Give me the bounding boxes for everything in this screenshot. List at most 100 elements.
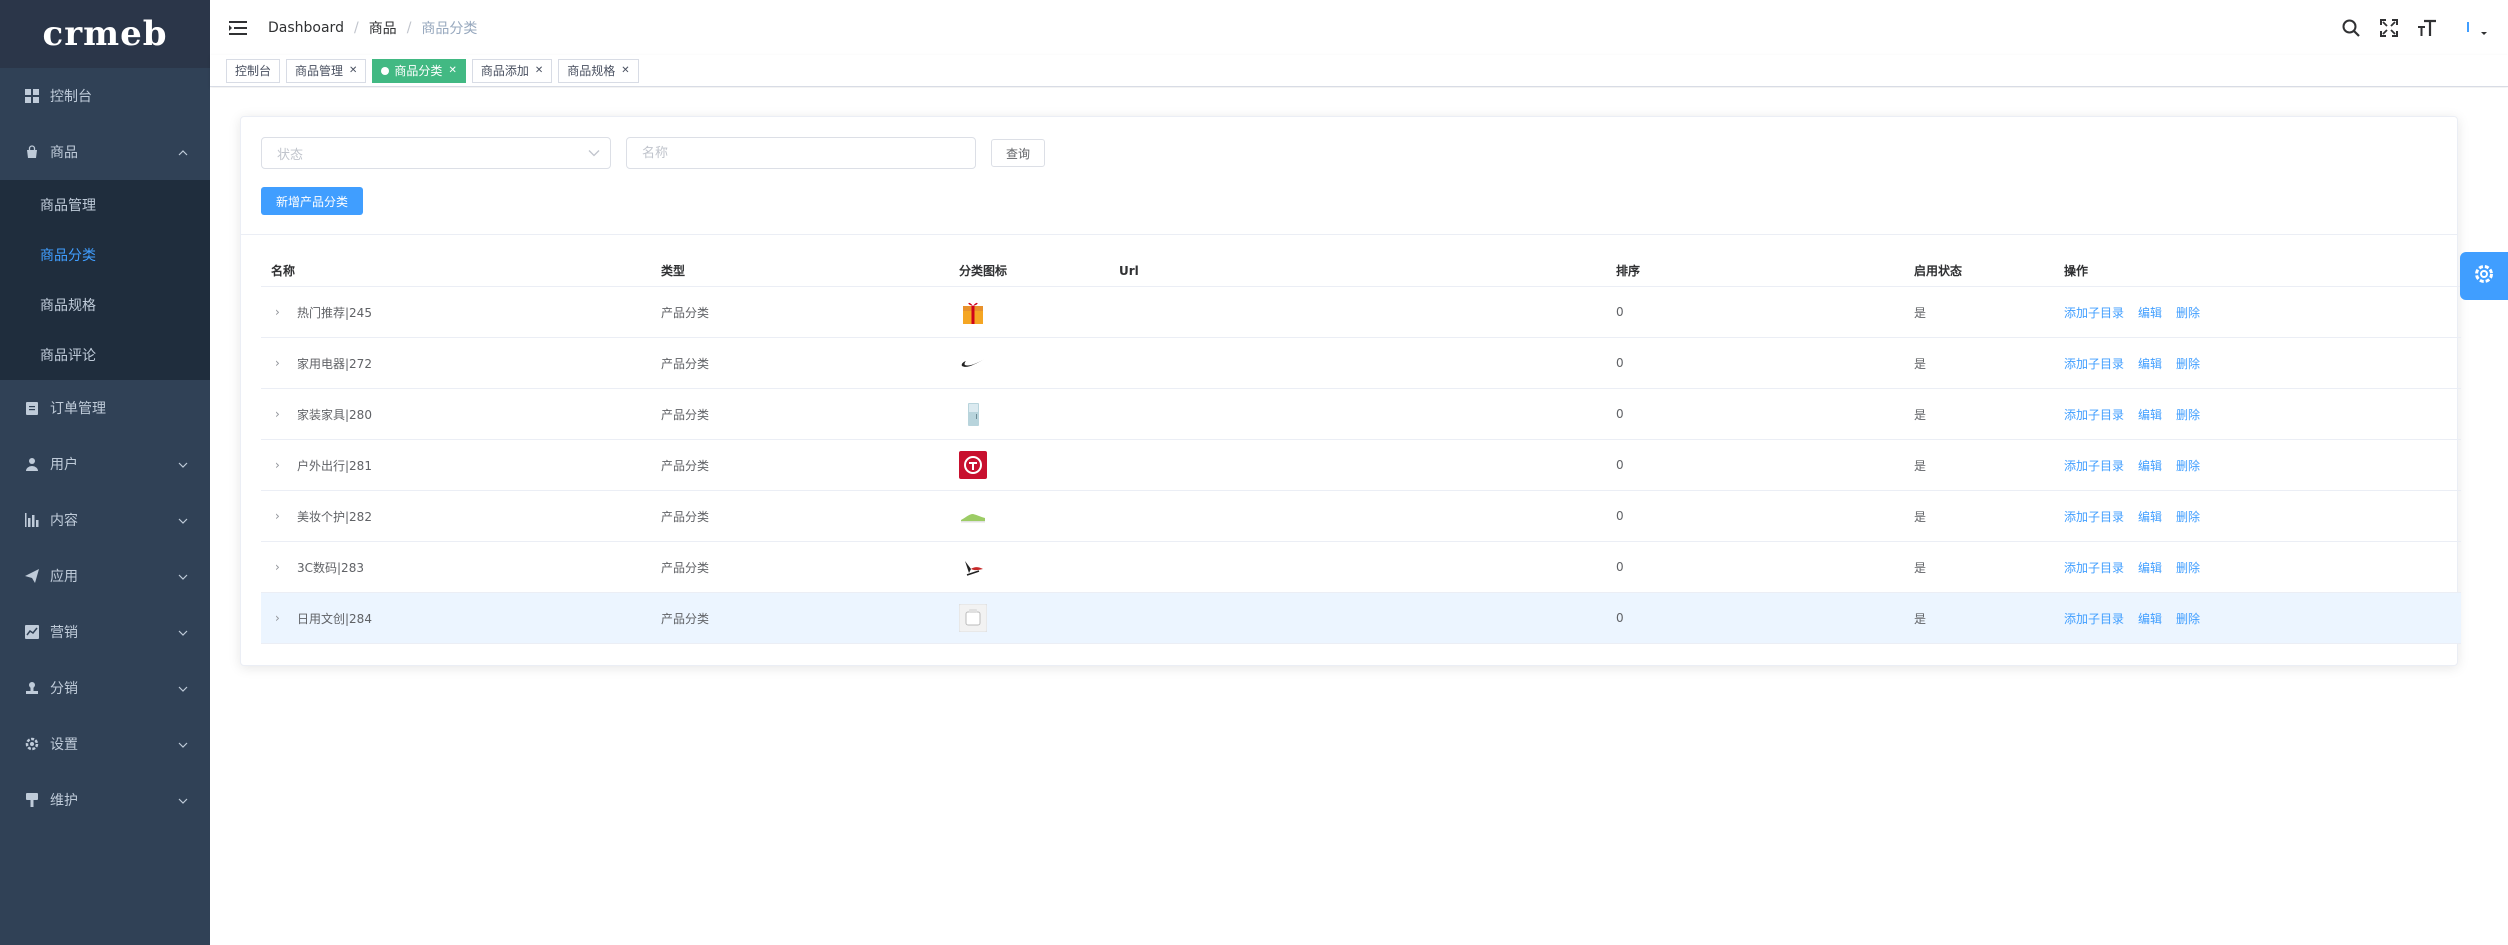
close-icon[interactable]: ✕ bbox=[349, 65, 357, 76]
user-icon bbox=[24, 456, 40, 472]
add-subdir-link[interactable]: 添加子目录 bbox=[2064, 457, 2124, 474]
close-icon[interactable]: ✕ bbox=[535, 65, 543, 76]
sidebar-item-orders[interactable]: 订单管理 bbox=[0, 380, 210, 436]
sidebar-item-users[interactable]: 用户 bbox=[0, 436, 210, 492]
delete-link[interactable]: 删除 bbox=[2176, 304, 2200, 321]
add-subdir-link[interactable]: 添加子目录 bbox=[2064, 355, 2124, 372]
fullscreen-icon[interactable] bbox=[2378, 17, 2400, 39]
edit-link[interactable]: 编辑 bbox=[2138, 559, 2162, 576]
category-name: 家用电器|272 bbox=[297, 356, 372, 371]
sidebar-item-label: 商品 bbox=[50, 145, 78, 161]
tag-label: 商品添加 bbox=[480, 64, 529, 78]
edit-link[interactable]: 编辑 bbox=[2138, 610, 2162, 627]
breadcrumb-item-dashboard[interactable]: Dashboard bbox=[268, 20, 344, 36]
category-type: 产品分类 bbox=[661, 611, 710, 626]
sidebar-item-label: 内容 bbox=[50, 513, 78, 529]
breadcrumb-item-current: 商品分类 bbox=[421, 20, 478, 37]
red-badge-icon[interactable] bbox=[959, 451, 987, 479]
sidebar-item-label: 订单管理 bbox=[50, 401, 106, 417]
delete-link[interactable]: 删除 bbox=[2176, 355, 2200, 372]
add-subdir-link[interactable]: 添加子目录 bbox=[2064, 610, 2124, 627]
expand-arrow-icon[interactable]: › bbox=[275, 509, 291, 523]
delete-link[interactable]: 删除 bbox=[2176, 610, 2200, 627]
gift-box-icon[interactable] bbox=[959, 298, 987, 326]
sidebar-item-dashboard[interactable]: 控制台 bbox=[0, 68, 210, 124]
edit-link[interactable]: 编辑 bbox=[2138, 508, 2162, 525]
sidebar-item-products[interactable]: 商品 bbox=[0, 124, 210, 180]
table-row: › 户外出行|281 产品分类 0 是 添加子目录 编辑 删除 bbox=[261, 440, 2461, 491]
sidebar-item-settings[interactable]: 设置 bbox=[0, 716, 210, 772]
sidebar-item-apps[interactable]: 应用 bbox=[0, 548, 210, 604]
edit-link[interactable]: 编辑 bbox=[2138, 406, 2162, 423]
chevron-up-icon bbox=[178, 144, 188, 160]
category-sort: 0 bbox=[1616, 560, 1624, 574]
category-sort: 0 bbox=[1616, 458, 1624, 472]
category-type: 产品分类 bbox=[661, 509, 710, 524]
hamburger-icon[interactable] bbox=[226, 16, 250, 40]
edit-link[interactable]: 编辑 bbox=[2138, 304, 2162, 321]
expand-arrow-icon[interactable]: › bbox=[275, 611, 291, 625]
table-header: 名称 类型 分类图标 Url 排序 启用状态 操作 bbox=[261, 255, 2461, 287]
tag-product-add[interactable]: 商品添加 ✕ bbox=[471, 58, 553, 83]
tag-label: 商品分类 bbox=[394, 64, 443, 78]
add-subdir-link[interactable]: 添加子目录 bbox=[2064, 508, 2124, 525]
col-status-header: 启用状态 bbox=[1914, 264, 1963, 278]
sidebar-item-product-review[interactable]: 商品评论 bbox=[0, 330, 210, 380]
add-subdir-link[interactable]: 添加子目录 bbox=[2064, 559, 2124, 576]
fridge-icon[interactable] bbox=[959, 400, 987, 428]
add-category-button[interactable]: 新增产品分类 bbox=[261, 187, 364, 215]
sidebar-item-maintenance[interactable]: 维护 bbox=[0, 772, 210, 828]
tag-product-manage[interactable]: 商品管理 ✕ bbox=[286, 58, 367, 83]
sidebar-item-product-manage[interactable]: 商品管理 bbox=[0, 180, 210, 230]
query-button[interactable]: 查询 bbox=[991, 139, 1046, 167]
submenu-products: 商品管理 商品分类 商品规格 商品评论 bbox=[0, 180, 210, 380]
font-size-icon[interactable] bbox=[2416, 17, 2438, 39]
name-search-input[interactable] bbox=[626, 137, 976, 169]
active-dot bbox=[381, 66, 390, 75]
edit-link[interactable]: 编辑 bbox=[2138, 355, 2162, 372]
dashboard-icon bbox=[24, 88, 40, 104]
nike-logo-icon[interactable] bbox=[959, 349, 987, 377]
navbar-actions bbox=[2340, 0, 2494, 55]
close-icon[interactable]: ✕ bbox=[621, 65, 629, 76]
delete-link[interactable]: 删除 bbox=[2176, 559, 2200, 576]
delete-link[interactable]: 删除 bbox=[2176, 406, 2200, 423]
tag-product-category[interactable]: 商品分类 ✕ bbox=[372, 58, 466, 83]
add-subdir-link[interactable]: 添加子目录 bbox=[2064, 304, 2124, 321]
theme-settings-button[interactable] bbox=[2460, 252, 2508, 300]
col-name-header: 名称 bbox=[271, 264, 296, 278]
delete-link[interactable]: 删除 bbox=[2176, 457, 2200, 474]
avatar[interactable] bbox=[2454, 17, 2494, 39]
col-type-header: 类型 bbox=[661, 264, 686, 278]
expand-arrow-icon[interactable]: › bbox=[275, 305, 291, 319]
sneaker-icon[interactable] bbox=[959, 502, 987, 530]
delete-link[interactable]: 删除 bbox=[2176, 508, 2200, 525]
add-subdir-link[interactable]: 添加子目录 bbox=[2064, 406, 2124, 423]
edit-link[interactable]: 编辑 bbox=[2138, 457, 2162, 474]
cube-box-icon[interactable] bbox=[959, 604, 987, 632]
sidebar-item-product-category[interactable]: 商品分类 bbox=[0, 230, 210, 280]
sidebar-item-label: 商品规格 bbox=[40, 298, 96, 314]
bird-icon[interactable] bbox=[959, 553, 987, 581]
category-status: 是 bbox=[1914, 407, 1927, 422]
chevron-down-icon bbox=[178, 512, 188, 528]
breadcrumb-item-products[interactable]: 商品 bbox=[369, 18, 397, 38]
category-name: 家装家具|280 bbox=[297, 407, 372, 422]
close-icon[interactable]: ✕ bbox=[448, 65, 456, 76]
category-name: 热门推荐|245 bbox=[297, 305, 372, 320]
category-table: 名称 类型 分类图标 Url 排序 启用状态 操作 › 热门推荐|245 产品分类… bbox=[261, 255, 2461, 644]
tag-dashboard[interactable]: 控制台 bbox=[226, 58, 281, 83]
sidebar-item-marketing[interactable]: 营销 bbox=[0, 604, 210, 660]
query-button-label: 查询 bbox=[1006, 146, 1031, 161]
search-icon[interactable] bbox=[2340, 17, 2362, 39]
expand-arrow-icon[interactable]: › bbox=[275, 356, 291, 370]
expand-arrow-icon[interactable]: › bbox=[275, 458, 291, 472]
expand-arrow-icon[interactable]: › bbox=[275, 560, 291, 574]
status-select[interactable]: 状态 bbox=[261, 137, 611, 169]
sidebar-item-distribution[interactable]: 分销 bbox=[0, 660, 210, 716]
sidebar-item-product-spec[interactable]: 商品规格 bbox=[0, 280, 210, 330]
logo[interactable]: crmeb bbox=[0, 0, 210, 68]
sidebar-item-content[interactable]: 内容 bbox=[0, 492, 210, 548]
expand-arrow-icon[interactable]: › bbox=[275, 407, 291, 421]
tag-product-spec[interactable]: 商品规格 ✕ bbox=[558, 58, 639, 83]
